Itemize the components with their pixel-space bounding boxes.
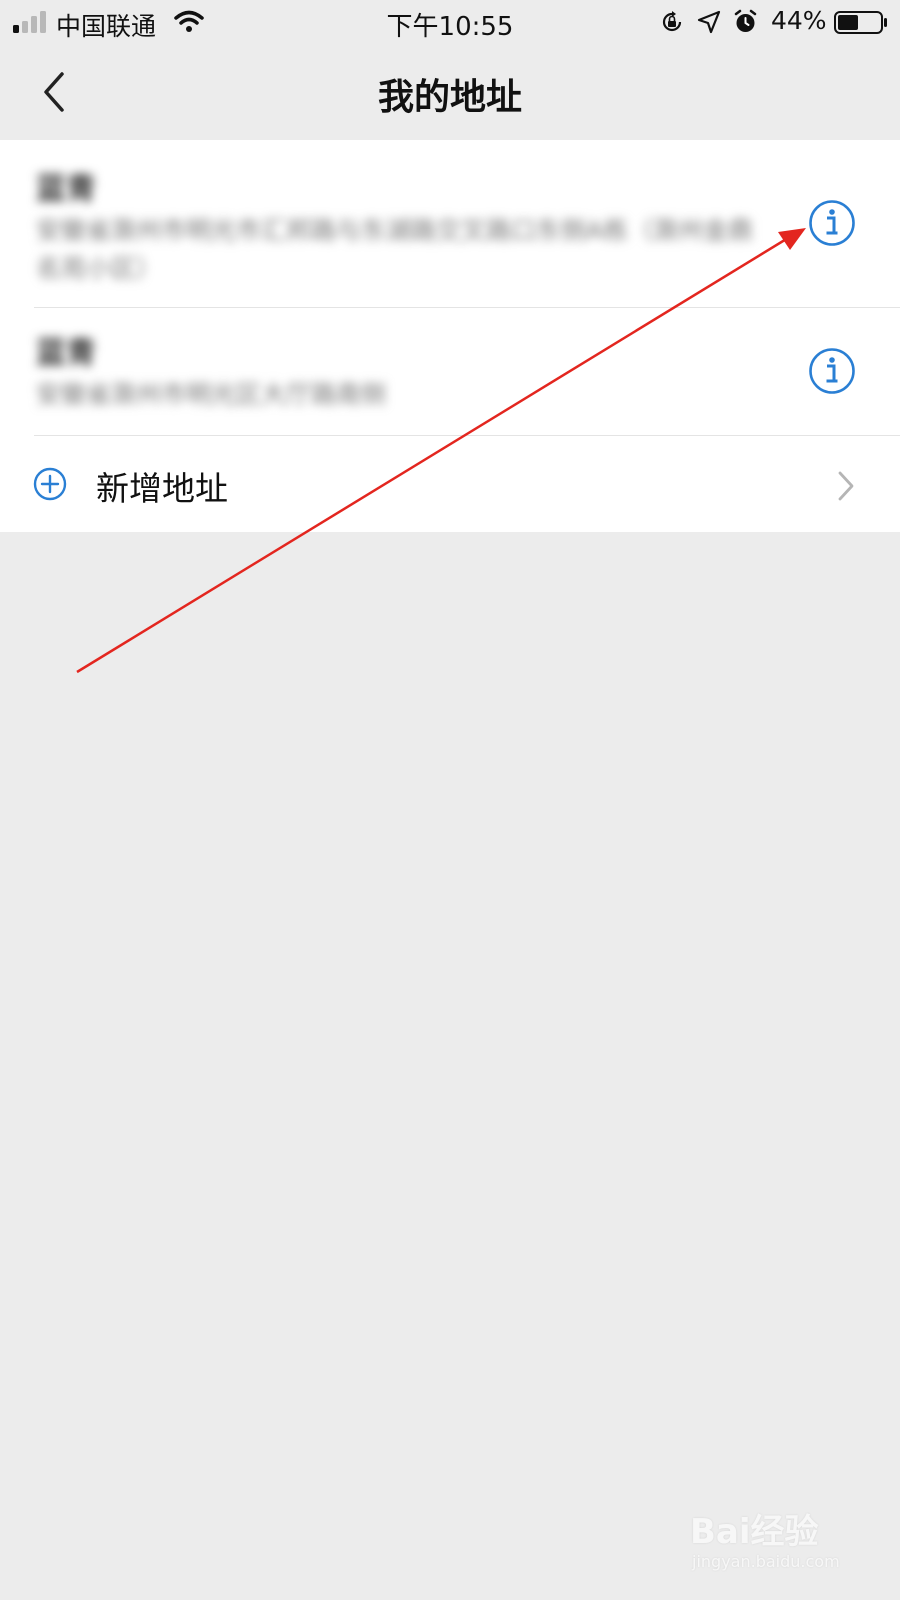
status-bar: 中国联通 下午10:55 44% bbox=[0, 0, 900, 44]
alarm-icon bbox=[734, 9, 757, 32]
recipient-name: 蓝青 bbox=[36, 172, 96, 207]
battery-percent: 44% bbox=[771, 6, 827, 35]
orientation-lock-icon bbox=[662, 11, 682, 32]
watermark-url: jingyan.baidu.com bbox=[692, 1552, 840, 1571]
address-item[interactable]: 蓝青 安徽省滁州市明光市汇邦路与东湖路交叉路口东侧A栋（滁州金鼎名苑小区） bbox=[0, 140, 900, 308]
clock: 下午10:55 bbox=[386, 12, 514, 42]
address-detail: 安徽省滁州市明光区大厅路南侧 bbox=[36, 380, 387, 409]
add-address-label: 新增地址 bbox=[96, 469, 228, 508]
battery-icon bbox=[834, 11, 887, 34]
info-icon[interactable] bbox=[808, 347, 856, 395]
watermark-logo: Bai经验 jingyan.baidu.com bbox=[680, 1500, 880, 1580]
recipient-name: 蓝青 bbox=[36, 336, 96, 371]
address-item[interactable]: 蓝青 安徽省滁州市明光区大厅路南侧 bbox=[0, 308, 900, 436]
plus-circle-icon bbox=[33, 467, 67, 501]
navigation-bar: 我的地址 bbox=[0, 44, 900, 140]
location-icon bbox=[697, 10, 721, 34]
address-list: 蓝青 安徽省滁州市明光市汇邦路与东湖路交叉路口东侧A栋（滁州金鼎名苑小区） 蓝青… bbox=[0, 140, 900, 532]
chevron-right-icon bbox=[838, 471, 854, 501]
add-address-button[interactable]: 新增地址 bbox=[0, 436, 900, 532]
watermark-brand: Bai经验 bbox=[690, 1512, 819, 1552]
address-detail: 安徽省滁州市明光市汇邦路与东湖路交叉路口东侧A栋（滁州金鼎名苑小区） bbox=[36, 216, 754, 283]
info-icon[interactable] bbox=[808, 199, 856, 247]
page-title: 我的地址 bbox=[377, 77, 522, 118]
